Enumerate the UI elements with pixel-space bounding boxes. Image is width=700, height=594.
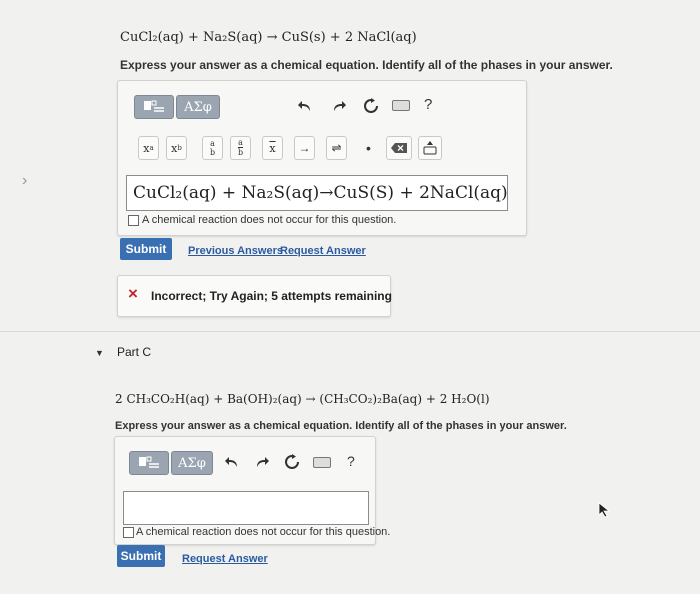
reaction-arrow-button[interactable]: → — [294, 136, 315, 160]
previous-answers-link[interactable]: Previous Answers — [188, 245, 283, 257]
part-c-instructions: Express your answer as a chemical equati… — [115, 420, 567, 432]
reset-icon[interactable] — [283, 453, 301, 471]
redo-icon[interactable] — [330, 97, 348, 115]
request-answer-link[interactable]: Request Answer — [182, 553, 268, 565]
no-reaction-checkbox[interactable] — [123, 527, 134, 538]
greek-symbols-button[interactable]: ΑΣφ — [171, 451, 213, 475]
equilibrium-arrow-button[interactable]: ⇌ — [326, 136, 347, 160]
keyboard-icon[interactable] — [313, 457, 331, 468]
dot-button[interactable]: • — [358, 136, 379, 160]
part-b-equation: CuCl₂(aq) + Na₂S(aq) → CuS(s) + 2 NaCl(a… — [120, 30, 417, 45]
template-icon — [144, 100, 164, 112]
fraction-button[interactable]: ab — [202, 136, 223, 160]
help-icon[interactable]: ? — [347, 453, 355, 469]
feedback-box: × Incorrect; Try Again; 5 attempts remai… — [117, 275, 392, 317]
superscript-button[interactable]: xa — [138, 136, 159, 160]
keyboard-toggle-button[interactable] — [418, 136, 442, 160]
mouse-cursor-icon — [598, 502, 611, 518]
chevron-right-icon[interactable]: › — [22, 172, 27, 190]
undo-icon[interactable] — [296, 97, 314, 115]
keyboard-icon[interactable] — [392, 100, 410, 111]
templates-button[interactable] — [134, 95, 174, 119]
no-reaction-checkbox[interactable] — [128, 215, 139, 226]
subscript-button[interactable]: xb — [166, 136, 187, 160]
answer-input[interactable]: CuCl₂(aq) + Na₂S(aq)→CuS(S) + 2NaCl(aq) — [126, 175, 508, 211]
fraction-bar-button[interactable]: ab — [230, 136, 251, 160]
undo-icon[interactable] — [223, 453, 241, 471]
feedback-text: Incorrect; Try Again; 5 attempts remaini… — [151, 289, 392, 303]
part-c-equation: 2 CH₃CO₂H(aq) + Ba(OH)₂(aq) → (CH₃CO₂)₂B… — [115, 392, 490, 406]
reset-icon[interactable] — [362, 97, 380, 115]
request-answer-link[interactable]: Request Answer — [280, 245, 366, 257]
redo-icon[interactable] — [253, 453, 271, 471]
template-icon — [139, 456, 159, 468]
divider — [0, 331, 700, 332]
backspace-icon — [391, 143, 407, 153]
no-reaction-label: A chemical reaction does not occur for t… — [136, 526, 391, 538]
no-reaction-label: A chemical reaction does not occur for t… — [142, 214, 397, 226]
part-c-title: Part C — [117, 345, 152, 359]
incorrect-icon: × — [128, 284, 138, 303]
submit-button[interactable]: Submit — [120, 238, 172, 260]
part-b-instructions: Express your answer as a chemical equati… — [120, 58, 613, 72]
answer-input[interactable] — [123, 491, 369, 525]
delete-button[interactable] — [386, 136, 412, 160]
greek-symbols-button[interactable]: ΑΣφ — [176, 95, 220, 119]
help-icon[interactable]: ? — [424, 96, 432, 113]
overline-button[interactable]: x — [262, 136, 283, 160]
submit-button[interactable]: Submit — [117, 545, 165, 567]
keyboard-up-icon — [423, 141, 437, 155]
templates-button[interactable] — [129, 451, 169, 475]
part-c-answer-panel: ΑΣφ ? A chemical reaction does not occur… — [114, 436, 390, 545]
collapse-triangle-icon[interactable]: ▼ — [95, 348, 104, 358]
part-b-answer-panel: ΑΣφ ? xa xb ab ab x → ⇌ • CuCl₂(aq) + Na… — [117, 80, 527, 236]
